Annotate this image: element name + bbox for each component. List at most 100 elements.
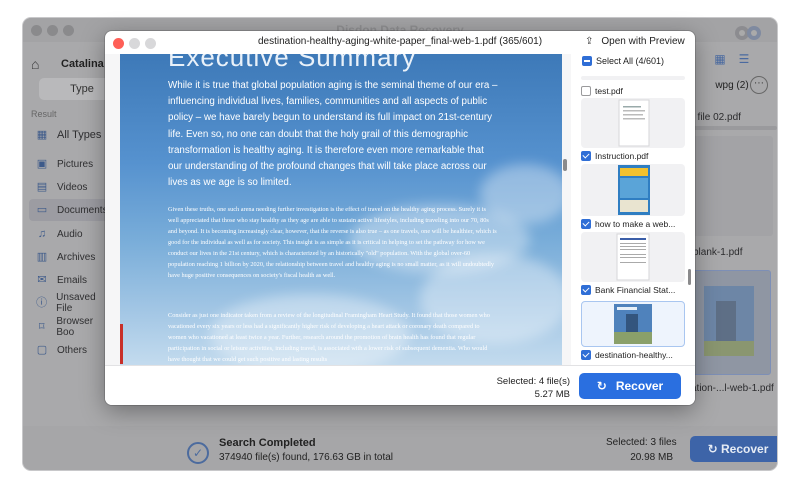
checkbox-icon	[582, 56, 592, 66]
status-bar	[23, 426, 777, 470]
selected-files-count: Selected: 4 file(s)	[496, 376, 570, 387]
checkbox-icon[interactable]	[581, 151, 591, 161]
more-icon[interactable]: ⋯	[750, 76, 768, 94]
grid-view-icon[interactable]: ▦	[711, 52, 729, 68]
file-label: blank-1.pdf	[693, 247, 743, 258]
sidebar-item-label: Emails	[57, 274, 88, 286]
sidebar-item-audio[interactable]: ♫ Audio	[29, 223, 111, 245]
bookmark-icon: ⌑	[38, 321, 45, 333]
open-with-preview-button[interactable]: ⇪ Open with Preview	[585, 36, 685, 47]
sidebar-item-label: Pictures	[57, 158, 94, 170]
document-thumbnail-image	[618, 165, 650, 215]
check-circle-icon: ✓	[187, 442, 209, 464]
scrollbar[interactable]	[563, 159, 567, 171]
document-body-text: Consider as just one indicator taken fro…	[168, 312, 490, 363]
list-view-icon[interactable]: ☰	[735, 52, 753, 68]
sidebar-item-archives[interactable]: ▥ Archives	[29, 246, 111, 268]
file-label: st file 02.pdf	[687, 112, 741, 123]
recover-icon: ↻	[596, 379, 607, 393]
recover-button[interactable]: ↻ Recover	[579, 373, 681, 399]
sidebar-item-unsaved-files[interactable]: ⓘ Unsaved File	[29, 292, 111, 314]
file-thumbnail	[581, 164, 685, 216]
minimize-dialog-button[interactable]	[129, 38, 140, 49]
selected-files-size: 20.98 MB	[630, 452, 673, 463]
file-thumbnail	[581, 76, 685, 80]
sidebar-item-others[interactable]: ▢ Others	[29, 339, 111, 361]
sidebar-item-label: Unsaved File	[56, 292, 96, 314]
file-name: Bank Financial Stat...	[595, 285, 676, 295]
sidebar-item-label: Others	[57, 344, 88, 356]
file-thumbnail[interactable]	[687, 126, 777, 130]
sidebar-item-label: All Types	[57, 129, 102, 141]
document-thumbnail-image	[704, 286, 754, 356]
sidebar-item-documents[interactable]: ▭ Documents	[29, 199, 111, 221]
page-edge-mark	[120, 324, 123, 364]
sidebar-item-label: Videos	[57, 181, 88, 193]
document-thumbnail-image	[618, 99, 650, 147]
sidebar-item-label: Archives	[57, 251, 96, 263]
sidebar-item-browser-bookmarks[interactable]: ⌑ Browser Boo	[29, 316, 111, 338]
list-item[interactable]: test.pdf	[581, 76, 685, 96]
document-page: Executive Summary While it is true that …	[120, 54, 562, 365]
checkbox-icon[interactable]	[581, 86, 591, 96]
document-thumbnail-image	[614, 304, 652, 344]
close-dialog-button[interactable]	[113, 38, 124, 49]
sidebar-item-all-types[interactable]: ▦ All Types	[29, 124, 111, 146]
home-icon[interactable]: ⌂	[31, 56, 39, 72]
file-name: Instruction.pdf	[595, 151, 649, 161]
select-all-checkbox[interactable]: Select All (4/601)	[582, 56, 664, 66]
file-thumbnail[interactable]	[687, 136, 773, 236]
file-label: ation-...l-web-1.pdf	[691, 383, 774, 394]
checkbox-icon[interactable]	[581, 219, 591, 229]
share-icon: ⇪	[585, 36, 594, 47]
result-label: Result	[31, 109, 57, 119]
open-with-preview-label: Open with Preview	[601, 36, 685, 47]
sidebar-item-emails[interactable]: ✉ Emails	[29, 269, 111, 291]
document-body-text: Given these truths, one such arena needi…	[168, 206, 497, 279]
sidebar-item-label: Browser Boo	[56, 316, 94, 338]
file-name: how to make a web...	[595, 219, 676, 229]
recover-icon: ↻	[707, 442, 721, 456]
mail-icon: ✉	[37, 274, 47, 286]
select-all-label: Select All (4/601)	[596, 56, 665, 66]
sidebar-item-label: Audio	[57, 228, 83, 240]
image-icon: ▣	[36, 158, 48, 170]
scrollbar[interactable]	[688, 269, 691, 285]
recover-label: Recover	[615, 379, 664, 393]
app-logo-icon	[735, 26, 761, 40]
list-item[interactable]: Instruction.pdf	[581, 98, 685, 161]
recover-label: Recover	[721, 442, 769, 456]
file-thumbnail	[581, 301, 685, 347]
video-icon: ▤	[36, 181, 48, 193]
zoom-dialog-button[interactable]	[145, 38, 156, 49]
selected-files-count: Selected: 3 files	[606, 437, 677, 448]
selected-files-size: 5.27 MB	[534, 389, 570, 400]
file-thumbnail[interactable]	[691, 270, 771, 375]
grid-icon: ▦	[36, 129, 48, 141]
list-item[interactable]: how to make a web...	[581, 164, 685, 229]
file-name: destination-healthy...	[595, 350, 673, 360]
checkbox-icon[interactable]	[581, 350, 591, 360]
location-label: Catalina -	[61, 58, 111, 70]
file-name: test.pdf	[595, 86, 623, 96]
list-item[interactable]: Bank Financial Stat...	[581, 232, 685, 295]
list-item[interactable]: destination-healthy...	[581, 301, 685, 360]
preview-title: destination-healthy-aging-white-paper_fi…	[257, 36, 543, 47]
checkbox-icon[interactable]	[581, 285, 591, 295]
recover-button[interactable]: ↻ Recover	[690, 436, 777, 462]
dialog-footer: Selected: 4 file(s) 5.27 MB ↻ Recover	[105, 365, 695, 405]
document-thumbnail-image	[616, 233, 650, 281]
file-thumbnail	[581, 232, 685, 282]
document-intro-text: While it is true that global population …	[168, 80, 498, 189]
sidebar-item-pictures[interactable]: ▣ Pictures	[29, 153, 111, 175]
document-heading: Executive Summary	[168, 54, 417, 72]
archive-icon: ▥	[36, 251, 48, 263]
document-preview[interactable]: Executive Summary While it is true that …	[105, 54, 571, 365]
sidebar-item-videos[interactable]: ▤ Videos	[29, 176, 111, 198]
search-status-summary: 374940 file(s) found, 176.63 GB in total	[219, 452, 394, 463]
music-icon: ♫	[37, 228, 47, 240]
search-status-title: Search Completed	[219, 437, 316, 449]
preview-dialog: destination-healthy-aging-white-paper_fi…	[105, 31, 695, 405]
file-list: Select All (4/601) test.pdf Instruction.…	[577, 54, 695, 365]
file-thumbnail	[581, 98, 685, 148]
